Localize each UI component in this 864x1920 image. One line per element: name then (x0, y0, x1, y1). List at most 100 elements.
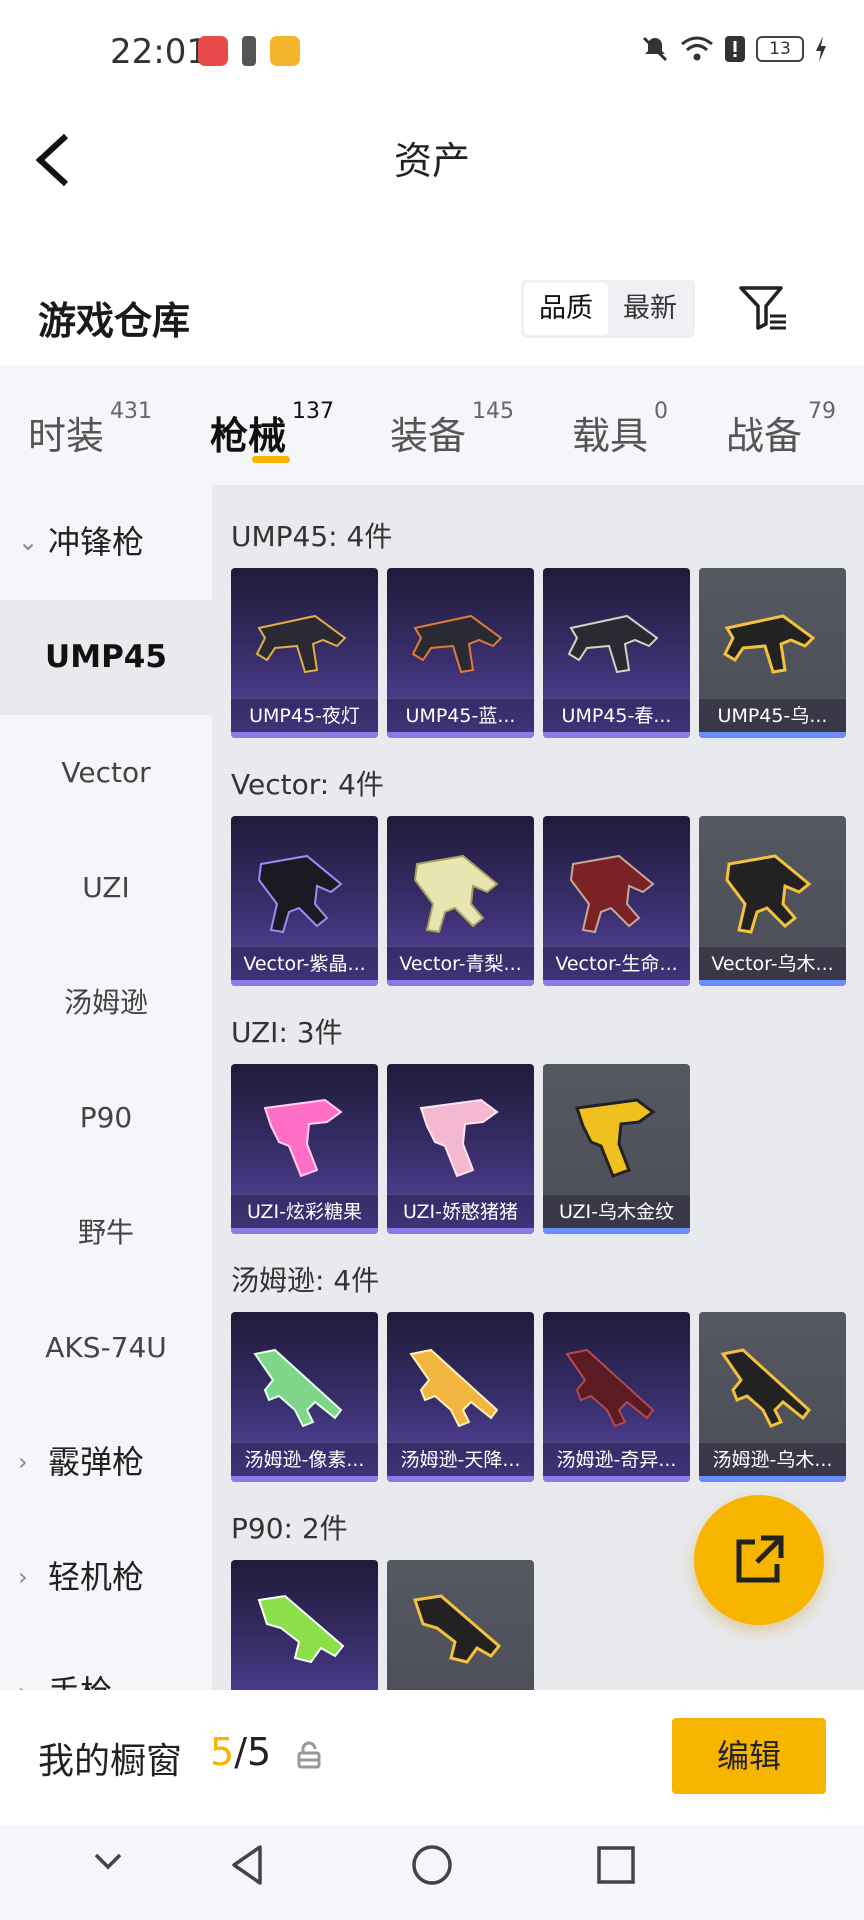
sidebar-group-label: 霰弹枪 (48, 1443, 145, 1481)
wifi-icon (681, 36, 713, 61)
group-label-uzi: UZI: 3件 (231, 1016, 343, 1049)
share-fab-button[interactable] (694, 1495, 824, 1625)
smg-icon (257, 1594, 345, 1664)
weapon-card[interactable]: Vector-青梨... (387, 816, 534, 986)
weapon-card-name: UMP45-夜灯 (231, 698, 378, 732)
weapon-card[interactable]: UMP45-春... (543, 568, 690, 738)
smg-icon (569, 854, 655, 934)
weapon-card-name: Vector-生命... (543, 946, 690, 980)
sidebar-item-vector[interactable]: Vector (0, 715, 212, 830)
weapon-card[interactable]: 汤姆逊-天降... (387, 1312, 534, 1482)
status-bar: 22:01 13 (0, 0, 864, 100)
rarity-bar (543, 1228, 690, 1234)
sidebar-group-label: 轻机枪 (48, 1558, 145, 1596)
weapon-card[interactable]: UMP45-蓝... (387, 568, 534, 738)
nav-recents-icon[interactable] (594, 1843, 638, 1887)
weapon-card[interactable]: UZI-炫彩糖果 (231, 1064, 378, 1234)
weapon-card[interactable]: UMP45-乌... (699, 568, 846, 738)
huawei-app-icon (198, 36, 228, 66)
showcase-total: /5 (234, 1730, 272, 1774)
sort-quality-button[interactable]: 品质 (524, 283, 608, 335)
rarity-bar (699, 980, 846, 986)
sidebar-group-label: 手枪 (48, 1673, 112, 1690)
group-label-ump45: UMP45: 4件 (231, 520, 393, 553)
weapon-card-name: Vector-青梨... (387, 946, 534, 980)
alert-icon (725, 36, 745, 62)
page-header: 资产 游戏仓库 品质 最新 (0, 100, 864, 365)
weapon-card[interactable]: 汤姆逊-像素... (231, 1312, 378, 1482)
smg-icon (567, 614, 659, 674)
active-tab-indicator (252, 456, 290, 463)
sidebar-group-label: 冲锋枪 (48, 523, 145, 561)
sidebar-item-aks74u[interactable]: AKS-74U (0, 1290, 212, 1405)
group-label-vector: Vector: 4件 (231, 768, 384, 801)
sidebar-group-shotgun[interactable]: › 霰弹枪 (0, 1405, 212, 1520)
sidebar-item-uzi[interactable]: UZI (0, 830, 212, 945)
weapon-card-name: Vector-紫晶... (231, 946, 378, 980)
lock-icon (297, 1741, 321, 1769)
weapon-card-name: 汤姆逊-乌木... (699, 1442, 846, 1476)
weapon-card[interactable] (387, 1560, 534, 1690)
share-export-icon (736, 1535, 784, 1583)
weapon-card[interactable]: Vector-生命... (543, 816, 690, 986)
nav-home-icon[interactable] (410, 1843, 454, 1887)
weapon-card-name: 汤姆逊-奇异... (543, 1442, 690, 1476)
weapon-card[interactable]: 汤姆逊-乌木... (699, 1312, 846, 1482)
sort-newest-button[interactable]: 最新 (608, 283, 692, 335)
weapon-card-name: UZI-娇憨猪猪 (387, 1194, 534, 1228)
system-nav-bar (0, 1825, 864, 1920)
status-time: 22:01 (110, 32, 208, 72)
rarity-bar (699, 1476, 846, 1482)
rarity-bar (699, 732, 846, 738)
tab-supplies[interactable]: 战备79 (726, 399, 836, 460)
tab-count: 79 (808, 399, 837, 424)
chevron-right-icon: › (18, 1448, 28, 1476)
tab-firearms[interactable]: 枪械137 (210, 399, 334, 460)
group-label-p90: P90: 2件 (231, 1512, 348, 1545)
tab-label: 时装 (28, 414, 105, 458)
filter-icon[interactable] (738, 284, 788, 334)
weapon-card-name: UMP45-蓝... (387, 698, 534, 732)
weapon-card[interactable]: UMP45-夜灯 (231, 568, 378, 738)
sidebar-item-thompson[interactable]: 汤姆逊 (0, 945, 212, 1060)
sidebar-group-smg[interactable]: ⌄ 冲锋枪 (0, 485, 212, 600)
tab-equipment[interactable]: 装备145 (390, 399, 514, 460)
tab-costume[interactable]: 时装431 (28, 399, 152, 460)
chevron-down-icon[interactable] (90, 1843, 126, 1879)
weapon-card[interactable]: Vector-紫晶... (231, 816, 378, 986)
nav-back-icon[interactable] (226, 1843, 270, 1887)
rarity-bar (543, 980, 690, 986)
showcase-bar: 我的橱窗 5/5 编辑 (0, 1690, 864, 1825)
tab-count: 137 (292, 399, 335, 424)
tab-vehicles[interactable]: 载具0 (572, 399, 668, 460)
weapon-card[interactable] (231, 1560, 378, 1690)
weapon-card-name: UMP45-乌... (699, 698, 846, 732)
section-title: 游戏仓库 (38, 299, 191, 343)
showcase-current: 5 (210, 1730, 235, 1774)
mute-bell-icon (642, 36, 668, 62)
weapon-card-name: UMP45-春... (543, 698, 690, 732)
battery-saver-icon (242, 36, 256, 66)
sidebar-group-lmg[interactable]: › 轻机枪 (0, 1520, 212, 1635)
battery-indicator: 13 (756, 36, 804, 62)
weapon-card[interactable]: UZI-乌木金纹 (543, 1064, 690, 1234)
weapon-card-name: 汤姆逊-天降... (387, 1442, 534, 1476)
smg-icon (409, 1348, 499, 1428)
weapon-card[interactable]: UZI-娇憨猪猪 (387, 1064, 534, 1234)
tab-label: 枪械 (210, 414, 287, 458)
sidebar-item-bizon[interactable]: 野牛 (0, 1175, 212, 1290)
edit-showcase-button[interactable]: 编辑 (672, 1718, 826, 1794)
sidebar-item-ump45[interactable]: UMP45 (0, 600, 212, 715)
smg-icon (720, 1348, 812, 1428)
sidebar-item-p90[interactable]: P90 (0, 1060, 212, 1175)
tab-count: 431 (110, 399, 153, 424)
smg-icon (253, 1348, 343, 1428)
rarity-bar (387, 1228, 534, 1234)
weapon-card[interactable]: 汤姆逊-奇异... (543, 1312, 690, 1482)
sort-toggle: 品质 最新 (521, 280, 695, 338)
weapon-card[interactable]: Vector-乌木... (699, 816, 846, 986)
showcase-label: 我的橱窗 (38, 1741, 183, 1782)
sidebar-group-pistol[interactable]: › 手枪 (0, 1635, 212, 1690)
tab-count: 0 (654, 399, 669, 424)
weapon-category-sidebar: ⌄ 冲锋枪 UMP45 Vector UZI 汤姆逊 P90 野牛 AKS-74U… (0, 485, 212, 1690)
